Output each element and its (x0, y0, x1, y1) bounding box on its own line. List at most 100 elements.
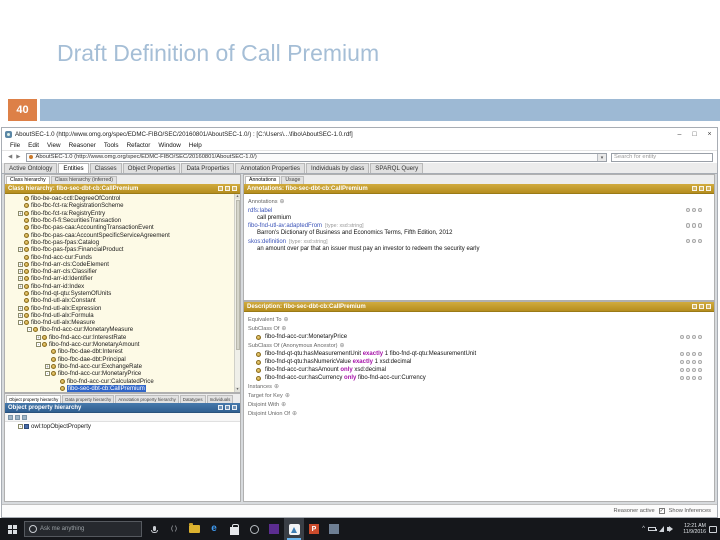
tree-row[interactable]: fibo-fnd-utl-alx:Constant (5, 297, 234, 304)
menu-item[interactable]: Reasoner (65, 142, 100, 149)
add-axiom-button[interactable]: ⊕ (292, 411, 297, 417)
float-panel-icon[interactable] (699, 186, 704, 191)
expand-toggle[interactable]: - (27, 327, 32, 333)
ontology-address-combo[interactable]: AboutSEC-1.0 (http://www.omg.org/spec/ED… (26, 152, 607, 162)
panel-tab[interactable]: Individuals (206, 395, 234, 403)
menu-item[interactable]: Window (154, 142, 184, 149)
annotate-button[interactable] (685, 359, 690, 364)
axiom-row[interactable]: fibo-fnd-qt-qtu:hasMeasurementUnit exact… (248, 351, 704, 357)
maximize-button[interactable]: □ (687, 128, 702, 141)
main-tab[interactable]: Data Properties (181, 163, 235, 173)
chevron-down-icon[interactable]: ▾ (597, 153, 606, 161)
main-tab[interactable]: Annotation Properties (235, 163, 305, 173)
purple-app-icon[interactable] (264, 518, 284, 540)
expand-toggle[interactable]: + (45, 363, 50, 369)
tree-row[interactable]: + fibo-fnd-arr-cls:Classifier (5, 268, 234, 275)
panel-menu-icon[interactable] (692, 186, 697, 191)
annotate-button[interactable] (685, 207, 690, 212)
delete-button[interactable] (697, 207, 702, 212)
main-tab[interactable]: Active Ontology (4, 163, 58, 173)
axiom-row[interactable]: fibo-fnd-acc-cur:hasAmount only xsd:deci… (248, 367, 704, 373)
tree-row[interactable]: fibo-fnd-acc-cur:CalculatedPrice (5, 377, 234, 385)
add-axiom-button[interactable]: ⊕ (285, 393, 290, 399)
tree-row[interactable]: fibo-fbc-pas-fpas:Catalog (5, 239, 234, 246)
add-subproperty-icon[interactable] (8, 414, 13, 420)
minimize-button[interactable]: – (672, 128, 687, 141)
tree-row[interactable]: - owl:topObjectProperty (5, 423, 234, 430)
show-inferences-checkbox[interactable]: ✓ (658, 508, 665, 514)
edge-icon[interactable]: e (204, 518, 224, 540)
menu-item[interactable]: Edit (24, 142, 43, 149)
code-app-icon[interactable]: ( ) (164, 518, 184, 540)
tree-row[interactable]: - fibo-fnd-acc-cur:MonetaryMeasure (5, 326, 234, 333)
panel-menu-icon[interactable] (218, 405, 223, 410)
float-panel-icon[interactable] (225, 186, 230, 191)
explain-button[interactable] (679, 375, 684, 380)
tree-row[interactable]: + fibo-fnd-acc-cur:ExchangeRate (5, 363, 234, 370)
chevron-up-icon[interactable]: ^ (642, 526, 645, 532)
panel-menu-icon[interactable] (692, 304, 697, 309)
forward-icon[interactable]: ▶ (14, 154, 22, 160)
axiom-row[interactable]: fibo-fnd-qt-qtu:hasNumericValue exactly … (248, 359, 704, 365)
expand-toggle[interactable]: + (18, 210, 23, 216)
file-explorer-icon[interactable] (184, 518, 204, 540)
tree-row[interactable]: + fibo-fbc-pas-fpas:FinancialProduct (5, 246, 234, 253)
close-panel-icon[interactable] (232, 405, 237, 410)
edit-button[interactable] (691, 375, 696, 380)
tree-row[interactable]: - fibo-fnd-acc-cur:MonetaryAmount (5, 341, 234, 348)
add-sibling-property-icon[interactable] (15, 414, 20, 420)
edit-button[interactable] (691, 359, 696, 364)
annotation-property[interactable]: fibo-fnd-utl-av:adaptedFrom (248, 223, 322, 229)
action-center-icon[interactable] (709, 525, 717, 533)
edit-button[interactable] (691, 334, 696, 339)
tree-row[interactable]: fibo-fbc-pas-caa:AccountSpecificServiceA… (5, 231, 234, 239)
settings-app-icon[interactable] (244, 518, 264, 540)
tree-row[interactable]: fibo-fbc-dae-dbt:Interest (5, 348, 234, 355)
network-icon[interactable] (659, 526, 664, 532)
expand-toggle[interactable]: + (18, 261, 23, 267)
menu-item[interactable]: Tools (100, 142, 123, 149)
tree-row[interactable]: + fibo-fnd-arr-id:Index (5, 283, 234, 290)
tree-row[interactable]: fibo-be-oac-cctl:DegreeOfControl (5, 195, 234, 202)
panel-tab[interactable]: Usage (281, 176, 305, 184)
tree-row[interactable]: + fibo-fnd-arr-cls:CodeElement (5, 261, 234, 268)
panel-tab[interactable]: Datatypes (179, 395, 206, 403)
annotation-property[interactable]: skos:definition (248, 239, 286, 245)
menu-item[interactable]: Refactor (123, 142, 155, 149)
explain-button[interactable] (679, 367, 684, 372)
scroll-thumb[interactable] (235, 200, 240, 350)
axiom-expression[interactable]: fibo-fnd-acc-cur:MonetaryPrice (265, 334, 347, 340)
tree-row[interactable]: + fibo-fnd-utl-alx:Expression (5, 304, 234, 312)
search-input[interactable] (611, 152, 713, 162)
panel-tab[interactable]: Class hierarchy (inferred) (50, 176, 117, 184)
annotation-property[interactable]: rdfs:label (248, 208, 272, 214)
battery-icon[interactable] (648, 527, 657, 531)
delete-button[interactable] (697, 375, 702, 380)
panel-tab[interactable]: Object property hierarchy (6, 395, 62, 403)
tree-row[interactable]: + fibo-fnd-utl-alx:Formula (5, 312, 234, 319)
annotate-button[interactable] (685, 367, 690, 372)
taskbar-search[interactable]: Ask me anything (24, 521, 142, 537)
close-panel-icon[interactable] (232, 186, 237, 191)
gray-app-icon[interactable] (324, 518, 344, 540)
panel-tab[interactable]: Class hierarchy (6, 176, 50, 184)
volume-icon[interactable] (667, 525, 673, 532)
tree-row[interactable]: + fibo-fnd-arr-id:Identifier (5, 275, 234, 282)
back-icon[interactable]: ◀ (6, 154, 14, 160)
expand-toggle[interactable]: + (18, 269, 23, 275)
delete-button[interactable] (697, 223, 702, 228)
axiom-row[interactable]: fibo-fnd-acc-cur:MonetaryPrice (248, 334, 704, 340)
tree-row[interactable]: + fibo-fnd-acc-cur:InterestRate (5, 334, 234, 341)
scroll-down-icon[interactable]: ▼ (235, 387, 240, 392)
annotate-button[interactable] (685, 334, 690, 339)
class-tree-scrollbar[interactable]: ▲ ▼ (234, 194, 240, 392)
edit-button[interactable] (691, 223, 696, 228)
annotate-button[interactable] (685, 375, 690, 380)
main-tab[interactable]: SPARQL Query (370, 163, 424, 173)
annotate-button[interactable] (685, 223, 690, 228)
window-titlebar[interactable]: AboutSEC-1.0 (http://www.omg.org/spec/ED… (2, 128, 717, 141)
add-axiom-button[interactable]: ⊕ (281, 402, 286, 408)
delete-button[interactable] (697, 351, 702, 356)
axiom-row[interactable]: fibo-fnd-acc-cur:hasCurrency only fibo-f… (248, 375, 704, 381)
tree-row[interactable]: + fibo-fbc-fct-ra:RegistryEntry (5, 210, 234, 217)
